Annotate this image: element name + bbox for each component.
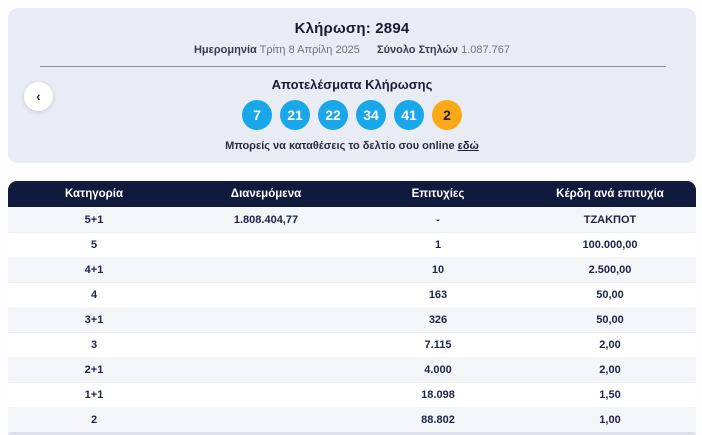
draw-meta: Ημερομηνία Τρίτη 8 Απρίλη 2025 Σύνολο Στ… [8,44,696,56]
cell-category: 3+1 [84,313,104,326]
column-header-distributed: Διανεμόμενα [230,188,302,200]
cell-winners: 326 [428,313,448,326]
cell-prize: 2.500,00 [588,263,632,276]
joker-number-ball: 2 [432,100,462,130]
date-label: Ημερομηνία [193,44,257,56]
table-row: 3+1 326 50,00 [8,307,696,332]
column-header-winners: Επιτυχίες [411,188,465,200]
cell-winners: 10 [431,263,445,276]
chevron-left-icon: ‹ [36,88,41,104]
number-ball: 34 [356,100,386,130]
cell-prize: 50,00 [596,289,624,301]
cell-prize: 50,00 [596,313,624,326]
table-row: 2+1 4.000 2,00 [8,357,696,382]
table-row: 2 88.802 1,00 [8,407,696,432]
prize-table: Κατηγορία Διανεμόμενα Επιτυχίες Κέρδη αν… [8,181,696,432]
cell-category: 5 [90,239,98,251]
table-row: 4 163 50,00 [8,282,696,307]
deposit-here-link[interactable]: εδώ [458,140,479,152]
cell-category: 4 [90,289,98,301]
cell-winners: - [436,213,440,226]
cell-prize: 1,50 [599,389,621,401]
number-ball: 7 [242,100,272,130]
cell-category: 1+1 [84,389,104,401]
draw-date: Ημερομηνία Τρίτη 8 Απρίλη 2025 [194,44,363,56]
column-header-prize: Κέρδη ανά επιτυχία [556,188,664,200]
cell-prize: 2,00 [599,363,621,376]
columns-value: 1.087.767 [461,44,511,56]
number-ball: 21 [280,100,310,130]
cell-prize: 2,00 [599,339,621,351]
number-ball: 22 [318,100,348,130]
column-header-category: Κατηγορία [64,188,124,200]
cell-winners: 1 [434,239,442,251]
deposit-text: Μπορείς να καταθέσεις το δελτίο σου onli… [225,140,458,152]
cell-category: 5+1 [84,213,104,226]
cell-prize: 100.000,00 [582,239,638,251]
cell-winners: 4.000 [424,363,452,376]
cell-category: 3 [90,339,98,351]
winning-numbers: 7 21 22 34 41 2 [8,100,696,130]
cell-winners: 163 [428,289,448,301]
cell-category: 2+1 [84,363,104,376]
date-value: Τρίτη 8 Απρίλη 2025 [259,44,360,56]
table-row: 4+1 10 2.500,00 [8,257,696,282]
table-row: 1+1 18.098 1,50 [8,382,696,407]
draw-banner: Κλήρωση: 2894 Ημερομηνία Τρίτη 8 Απρίλη … [8,8,696,163]
cell-category: 2 [90,413,98,426]
table-header-row: Κατηγορία Διανεμόμενα Επιτυχίες Κέρδη αν… [8,181,696,207]
cell-prize: ΤΖΑΚΠΟΤ [583,213,637,226]
columns-label: Σύνολο Στηλών [376,44,459,56]
banner-divider [40,66,666,67]
total-columns: Σύνολο Στηλών 1.087.767 [377,44,510,56]
draw-title: Κλήρωση: 2894 [294,20,410,37]
cell-prize: 1,00 [599,413,621,426]
table-row: 5 1 100.000,00 [8,232,696,257]
cell-winners: 18.098 [421,389,455,401]
number-ball: 41 [394,100,424,130]
cell-category: 4+1 [84,263,104,276]
previous-draw-button[interactable]: ‹ [24,82,53,111]
cell-winners: 88.802 [421,413,455,426]
cell-winners: 7.115 [424,339,452,351]
deposit-message: Μπορείς να καταθέσεις το δελτίο σου onli… [8,140,696,152]
results-heading: Αποτελέσματα Κλήρωσης [271,77,433,92]
table-row: 3 7.115 2,00 [8,332,696,357]
table-row: 5+1 1.808.404,77 - ΤΖΑΚΠΟΤ [8,207,696,232]
cell-distributed: 1.808.404,77 [233,213,299,226]
